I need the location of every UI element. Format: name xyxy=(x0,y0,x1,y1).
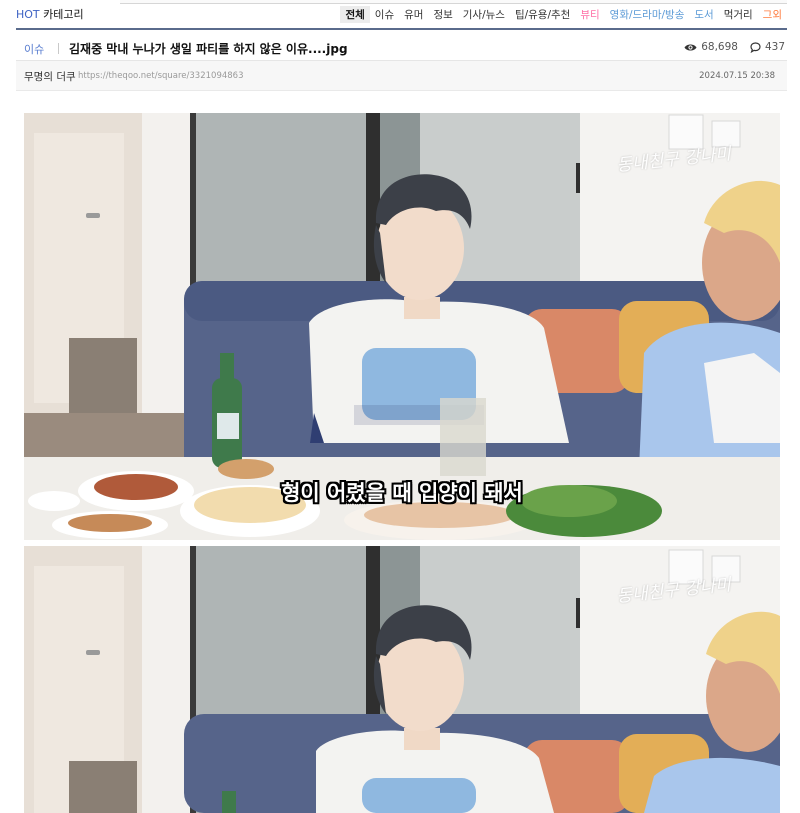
view-count: 68,698 xyxy=(701,41,738,53)
post-author: 무명의 더쿠 xyxy=(24,71,76,83)
post-image-2[interactable]: 동내친구 강나미 xyxy=(24,546,780,813)
comment-count: 437 xyxy=(764,41,785,53)
nav-info[interactable]: 정보 xyxy=(428,6,457,23)
nav-etc[interactable]: 그외 xyxy=(758,6,787,23)
nav-tips[interactable]: 팁/유용/추천 xyxy=(510,6,575,23)
post-category-link[interactable]: 이슈 xyxy=(24,41,44,57)
post-title-row: 이슈 김재중 막내 누나가 생일 파티를 하지 않은 이유....jpg 68,… xyxy=(16,34,787,61)
nav-beauty[interactable]: 뷰티 xyxy=(575,6,604,23)
hot-category-label: 카테고리 xyxy=(43,8,84,21)
title-divider xyxy=(58,43,59,54)
post-title: 김재중 막내 누나가 생일 파티를 하지 않은 이유....jpg xyxy=(69,42,348,56)
hot-category-menu[interactable]: HOT 카테고리 xyxy=(16,6,84,22)
post-url[interactable]: https://theqoo.net/square/3321094863 xyxy=(78,71,243,81)
category-nav: 전체 이슈 유머 정보 기사/뉴스 팁/유용/추천 뷰티 영화/드라마/방송 도… xyxy=(340,6,787,23)
hot-tag: HOT xyxy=(16,8,40,21)
nav-all[interactable]: 전체 xyxy=(340,6,370,23)
post-stats: 68,698 437 xyxy=(684,41,785,53)
category-bar: HOT 카테고리 전체 이슈 유머 정보 기사/뉴스 팁/유용/추천 뷰티 영화… xyxy=(16,0,787,30)
nav-news[interactable]: 기사/뉴스 xyxy=(458,6,510,23)
nav-food[interactable]: 먹거리 xyxy=(719,6,758,23)
post-date: 2024.07.15 20:38 xyxy=(699,71,775,81)
comment-icon xyxy=(750,41,761,53)
nav-movie-drama[interactable]: 영화/드라마/방송 xyxy=(605,6,690,23)
post-meta-row: 무명의 더쿠 https://theqoo.net/square/3321094… xyxy=(16,61,787,91)
post-image-1-scene xyxy=(24,113,780,540)
nav-issue[interactable]: 이슈 xyxy=(370,6,399,23)
nav-humor[interactable]: 유머 xyxy=(399,6,428,23)
post-image-1[interactable]: 형이 어렸을 때 입양이 돼서 동내친구 강나미 xyxy=(24,113,780,540)
eye-icon xyxy=(684,44,697,50)
nav-books[interactable]: 도서 xyxy=(689,6,718,23)
video-subtitle-1: 형이 어렸을 때 입양이 돼서 xyxy=(281,481,523,505)
